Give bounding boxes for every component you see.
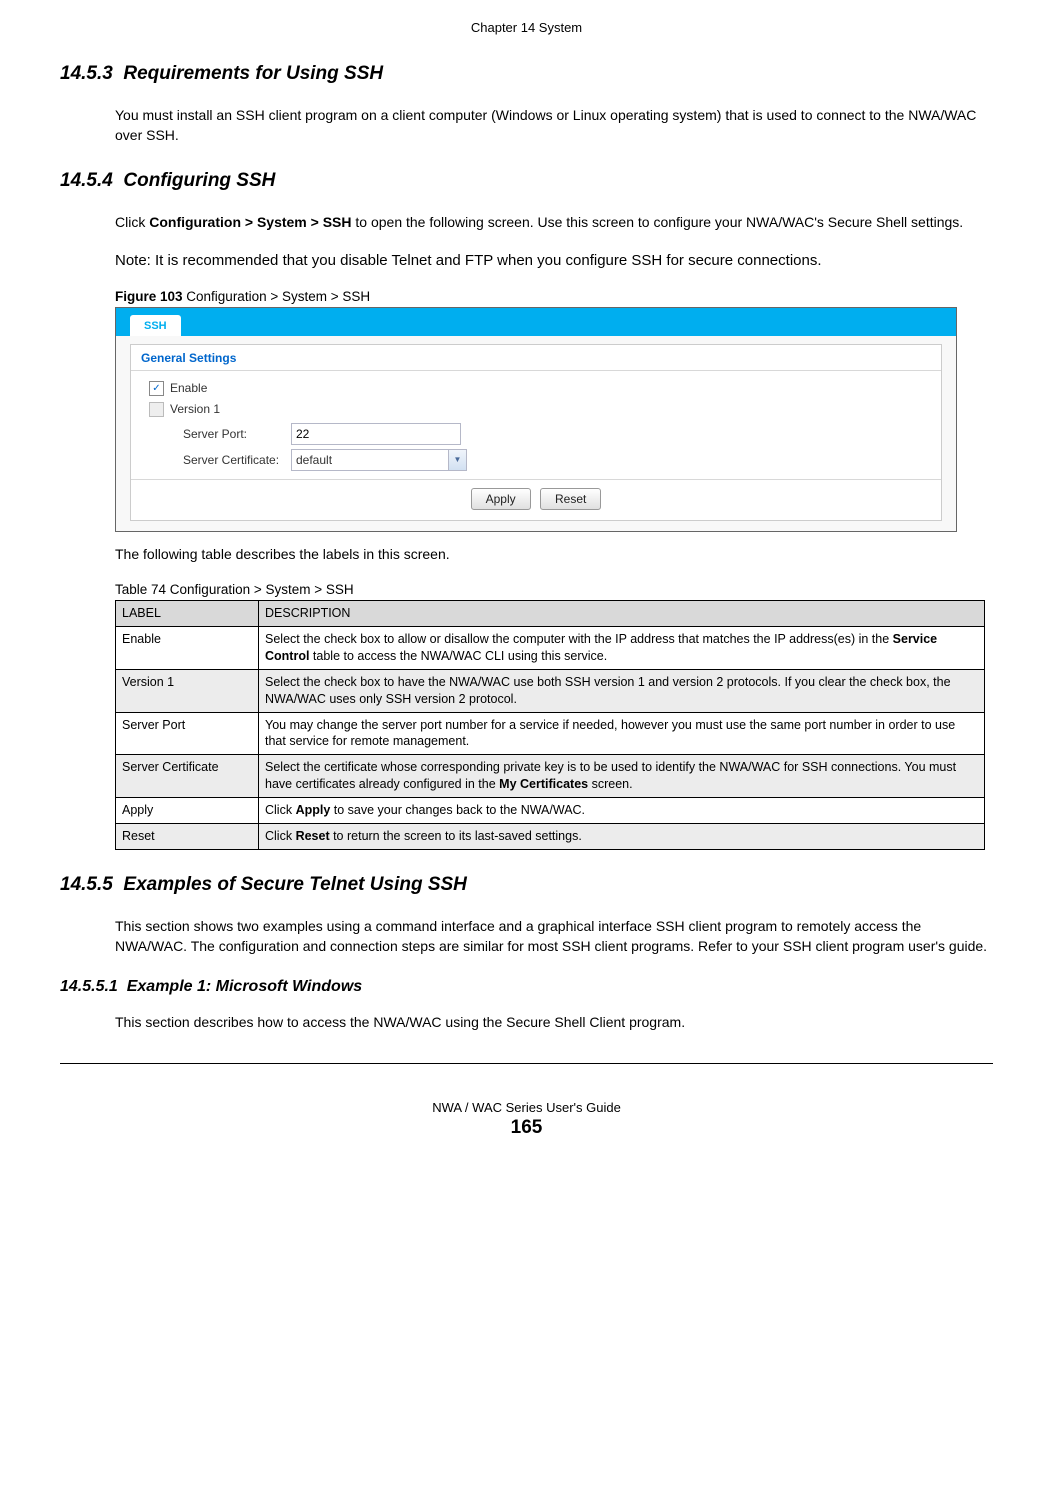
page-footer: NWA / WAC Series User's Guide 165 [60, 1100, 993, 1139]
version1-label: Version 1 [170, 402, 220, 416]
tab-ssh[interactable]: SSH [130, 315, 181, 336]
server-port-label: Server Port: [183, 427, 291, 441]
table-intro: The following table describes the labels… [115, 544, 993, 564]
note-text-1454: Note: It is recommended that you disable… [115, 250, 993, 271]
panel-title: General Settings [131, 345, 941, 371]
section-title: Configuring SSH [123, 170, 275, 191]
chevron-down-icon: ▼ [448, 450, 466, 470]
table-row: Enable Select the check box to allow or … [116, 627, 985, 670]
section-title: Requirements for Using SSH [123, 63, 383, 84]
ssh-config-screenshot: SSH General Settings ✓ Enable Version 1 … [115, 307, 957, 532]
table-row: Server Port You may change the server po… [116, 712, 985, 755]
apply-button[interactable]: Apply [471, 488, 531, 510]
server-cert-row: Server Certificate: default ▼ [183, 449, 931, 471]
figure-label: Figure 103 Configuration > System > SSH [115, 289, 993, 304]
page-number: 165 [60, 1117, 993, 1139]
server-cert-select[interactable]: default ▼ [291, 449, 467, 471]
button-row: Apply Reset [131, 479, 941, 510]
panel-body: ✓ Enable Version 1 Server Port: Server C… [131, 371, 941, 479]
section-num: 14.5.3 [60, 63, 113, 84]
table-row: Version 1 Select the check box to have t… [116, 669, 985, 712]
section-num: 14.5.5.1 [60, 978, 118, 995]
section-title: Examples of Secure Telnet Using SSH [123, 874, 467, 895]
table-caption: Table 74 Configuration > System > SSH [115, 582, 993, 597]
table-row: Apply Click Apply to save your changes b… [116, 798, 985, 824]
section-title: Example 1: Microsoft Windows [127, 978, 362, 995]
server-cert-value: default [296, 453, 332, 467]
body-text-1453: You must install an SSH client program o… [115, 105, 993, 146]
table-row: Server Certificate Select the certificat… [116, 755, 985, 798]
section-heading-1455: 14.5.5 Examples of Secure Telnet Using S… [60, 874, 993, 896]
version1-row: Version 1 [149, 402, 931, 417]
version1-checkbox[interactable] [149, 402, 164, 417]
body-text-14551: This section describes how to access the… [115, 1012, 993, 1032]
table-header-row: LABEL DESCRIPTION [116, 601, 985, 627]
th-label: LABEL [116, 601, 259, 627]
section-heading-14551: 14.5.5.1 Example 1: Microsoft Windows [60, 978, 993, 996]
enable-checkbox[interactable]: ✓ [149, 381, 164, 396]
enable-row: ✓ Enable [149, 381, 931, 396]
body-text-1455: This section shows two examples using a … [115, 916, 993, 957]
section-heading-1454: 14.5.4 Configuring SSH [60, 170, 993, 192]
th-desc: DESCRIPTION [259, 601, 985, 627]
section-heading-1453: 14.5.3 Requirements for Using SSH [60, 63, 993, 85]
enable-label: Enable [170, 381, 207, 395]
server-port-input[interactable] [291, 423, 461, 445]
section-num: 14.5.5 [60, 874, 113, 895]
general-settings-panel: General Settings ✓ Enable Version 1 Serv… [130, 344, 942, 521]
server-cert-label: Server Certificate: [183, 453, 291, 467]
chapter-header: Chapter 14 System [60, 20, 993, 35]
server-port-row: Server Port: [183, 423, 931, 445]
tab-strip: SSH [116, 308, 956, 336]
table-row: Reset Click Reset to return the screen t… [116, 823, 985, 849]
table-74: LABEL DESCRIPTION Enable Select the chec… [115, 600, 985, 850]
section-num: 14.5.4 [60, 170, 113, 191]
body-text-1454: Click Configuration > System > SSH to op… [115, 212, 993, 232]
reset-button[interactable]: Reset [540, 488, 601, 510]
footer-guide: NWA / WAC Series User's Guide [60, 1100, 993, 1115]
footer-rule [60, 1063, 993, 1064]
